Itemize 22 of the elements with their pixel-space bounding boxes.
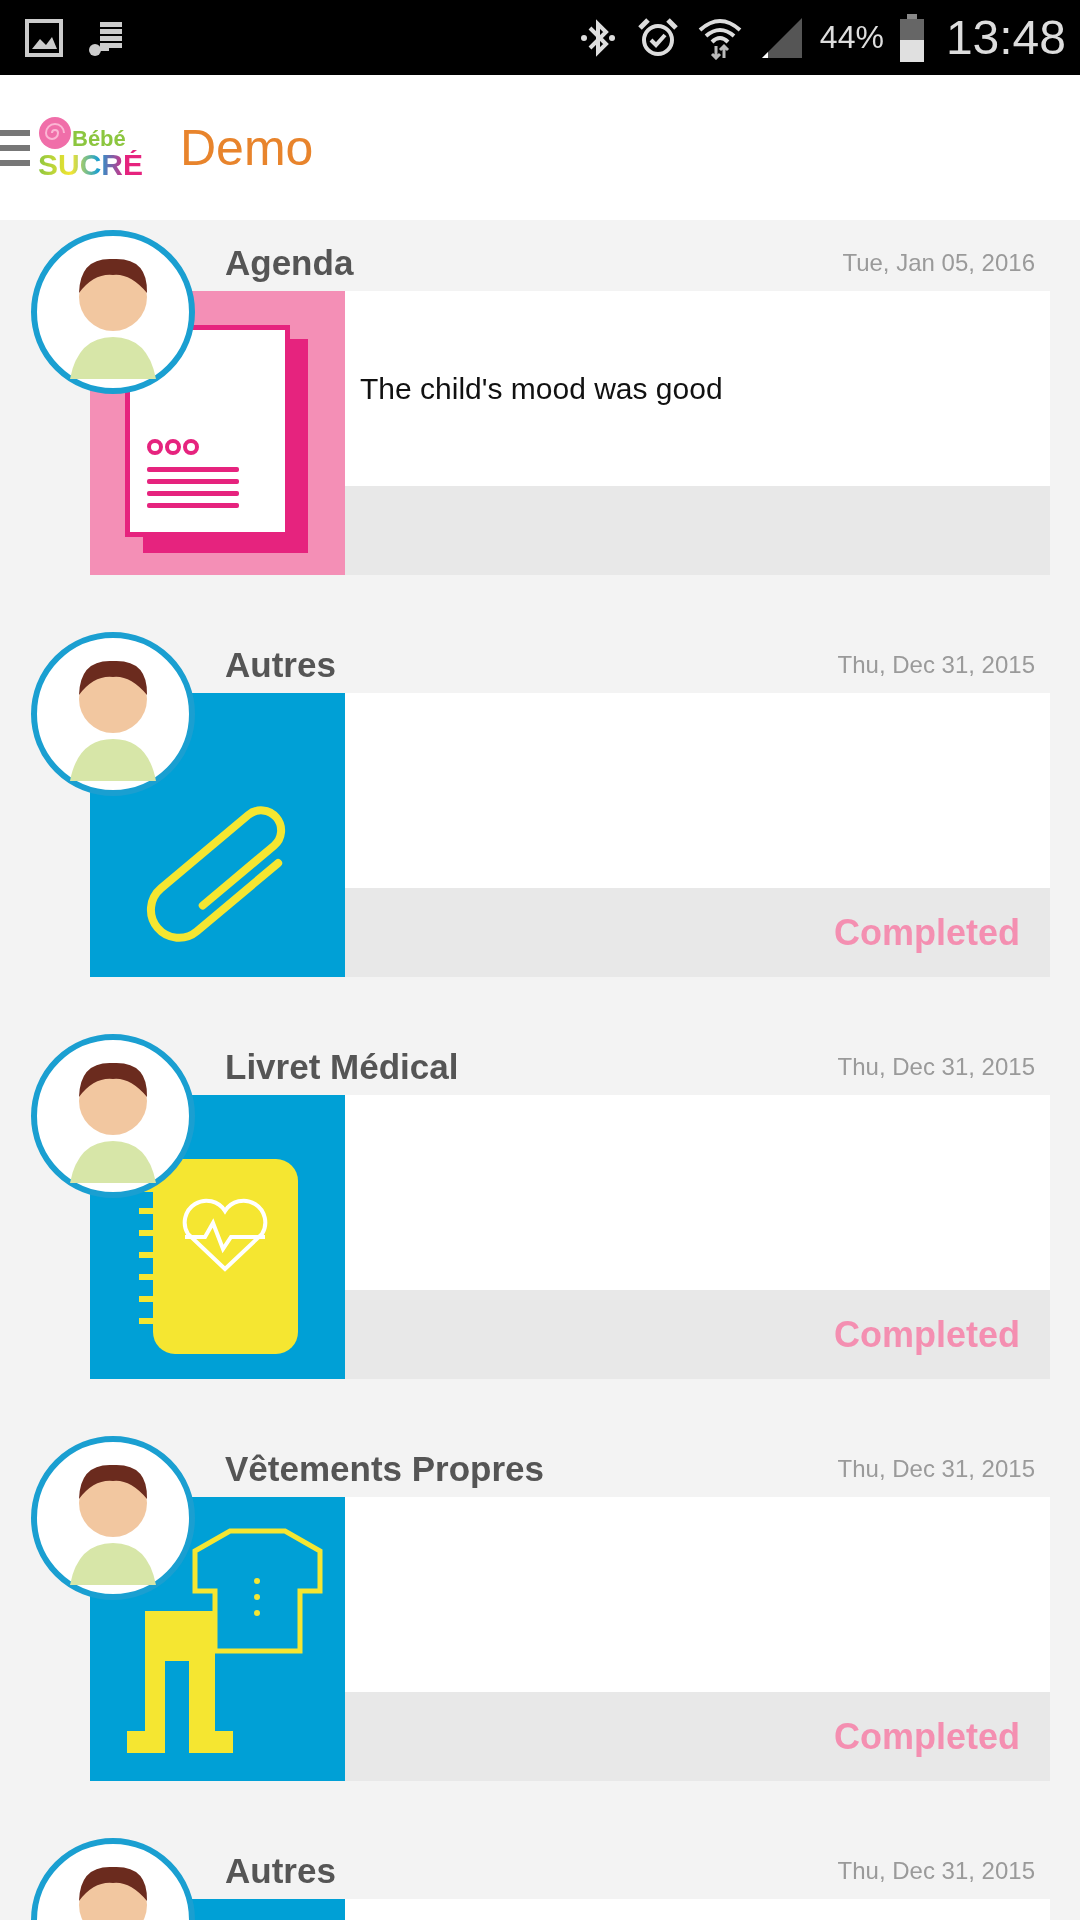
gallery-icon [24,17,64,58]
entry-date: Thu, Dec 31, 2015 [837,1053,1035,1081]
entry-title: Agenda [225,243,354,283]
status-label: Completed [834,1715,1020,1758]
entry-date: Thu, Dec 31, 2015 [837,1455,1035,1483]
entry-title: Autres [225,1851,336,1891]
document-icon [125,325,310,555]
entry-title: Vêtements Propres [225,1449,545,1489]
entry-title: Autres [225,645,336,685]
status-label: Completed [834,911,1020,954]
status-label: Completed [834,1313,1020,1356]
app-title: Demo [180,118,314,177]
battery-percentage: 44% [819,19,884,56]
entry-title: Livret Médical [225,1047,459,1087]
entry-date: Thu, Dec 31, 2015 [837,651,1035,679]
entry-date: Tue, Jan 05, 2016 [842,249,1035,277]
entry-date: Thu, Dec 31, 2015 [837,1857,1035,1885]
clock-time: 13:48 [945,10,1066,65]
logo-text: Bébé [72,127,126,150]
entry-message: The child's mood was good [360,371,723,406]
battery-icon [899,13,924,62]
lollipop-icon [38,115,72,150]
